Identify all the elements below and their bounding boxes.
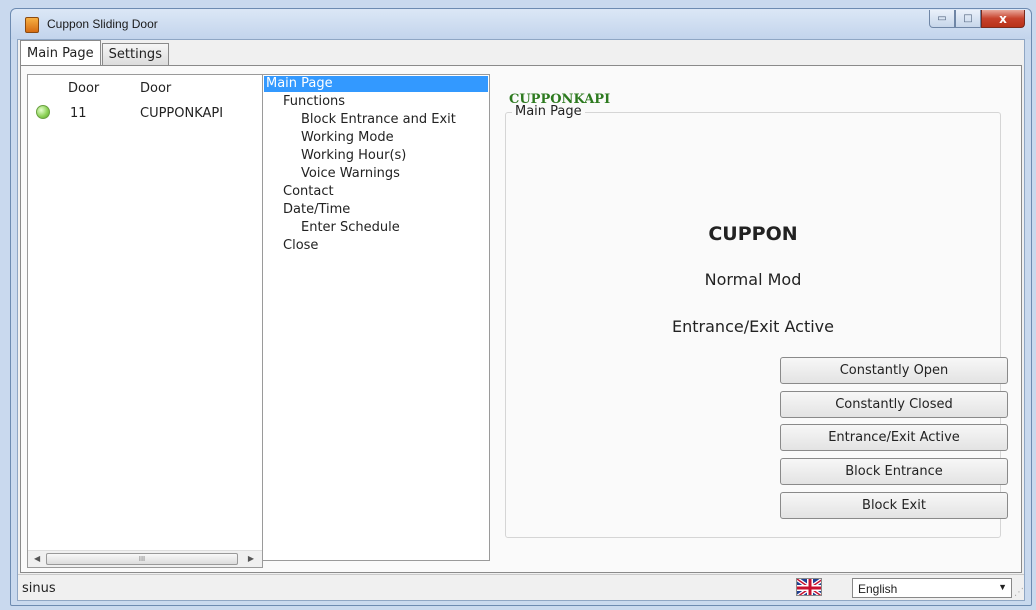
horizontal-scrollbar[interactable]: ◀ III ▶: [28, 550, 262, 567]
block-exit-button[interactable]: Block Exit: [780, 492, 1008, 519]
language-selected-value: English: [858, 582, 898, 596]
block-entrance-button[interactable]: Block Entrance: [780, 458, 1008, 485]
tree-item-voice-warnings[interactable]: Voice Warnings: [301, 166, 400, 182]
tree-item-date-time[interactable]: Date/Time: [283, 202, 350, 218]
tree-item-close[interactable]: Close: [283, 238, 318, 254]
access-status: Entrance/Exit Active: [672, 317, 834, 336]
door-list[interactable]: Door Door 11 CUPPONKAPI ◀ III ▶: [27, 74, 263, 568]
tree-item-working-hours[interactable]: Working Hour(s): [301, 148, 406, 164]
main-page-groupbox: Main Page CUPPON Normal Mod Entrance/Exi…: [505, 104, 1008, 538]
constantly-closed-button[interactable]: Constantly Closed: [780, 391, 1008, 418]
window-controls: ▭ □ x: [929, 10, 1025, 28]
navigation-tree: Main Page Functions Block Entrance and E…: [262, 74, 490, 561]
scroll-right-arrow-icon[interactable]: ▶: [248, 554, 254, 563]
close-button[interactable]: x: [981, 10, 1025, 28]
door-name: CUPPONKAPI: [140, 106, 224, 121]
content-area: CUPPONKAPI Main Page CUPPON Normal Mod E…: [499, 74, 1017, 568]
tree-item-main-page[interactable]: Main Page: [264, 76, 488, 92]
tree-item-working-mode[interactable]: Working Mode: [301, 130, 394, 146]
tab-main-page[interactable]: Main Page: [20, 40, 101, 65]
app-icon: [25, 17, 39, 33]
title-bar[interactable]: Cuppon Sliding Door ▭ □ x: [11, 9, 1031, 39]
tab-strip: Main Page Settings: [20, 40, 170, 65]
main-page-panel: Door Door 11 CUPPONKAPI ◀ III ▶ Main Pag…: [20, 65, 1022, 573]
maximize-button[interactable]: □: [955, 10, 981, 28]
status-online-icon: [36, 105, 50, 119]
status-text: sinus: [22, 581, 56, 596]
constantly-open-button[interactable]: Constantly Open: [780, 357, 1008, 384]
tree-item-enter-schedule[interactable]: Enter Schedule: [301, 220, 400, 236]
tree-item-functions[interactable]: Functions: [283, 94, 345, 110]
scroll-left-arrow-icon[interactable]: ◀: [34, 554, 40, 563]
window-title: Cuppon Sliding Door: [47, 17, 158, 31]
tab-settings[interactable]: Settings: [101, 43, 169, 65]
mode-status: Normal Mod: [704, 270, 802, 289]
chevron-down-icon[interactable]: ▼: [998, 582, 1007, 592]
door-list-header: Door Door: [28, 75, 262, 99]
brand-label: CUPPON: [708, 223, 798, 245]
groupbox-title: Main Page: [512, 104, 585, 119]
entrance-exit-active-button[interactable]: Entrance/Exit Active: [780, 424, 1008, 451]
scroll-thumb[interactable]: III: [46, 553, 238, 565]
door-row[interactable]: 11 CUPPONKAPI: [28, 101, 262, 121]
client-area: Main Page Settings Door Door 11 CUPPONKA…: [17, 39, 1025, 601]
minimize-button[interactable]: ▭: [929, 10, 955, 28]
column-header-door-name[interactable]: Door: [140, 81, 171, 96]
tree-item-block-entrance-exit[interactable]: Block Entrance and Exit: [301, 112, 456, 128]
status-bar: sinus English ▼ ⋰: [18, 574, 1024, 600]
language-select[interactable]: English ▼: [852, 578, 1012, 598]
uk-flag-icon: [796, 578, 822, 596]
tree-item-contact[interactable]: Contact: [283, 184, 334, 200]
door-number: 11: [70, 106, 87, 121]
app-window: Cuppon Sliding Door ▭ □ x Main Page Sett…: [10, 8, 1032, 606]
column-header-door-number[interactable]: Door: [68, 81, 99, 96]
resize-grip-icon[interactable]: ⋰: [1014, 587, 1024, 598]
